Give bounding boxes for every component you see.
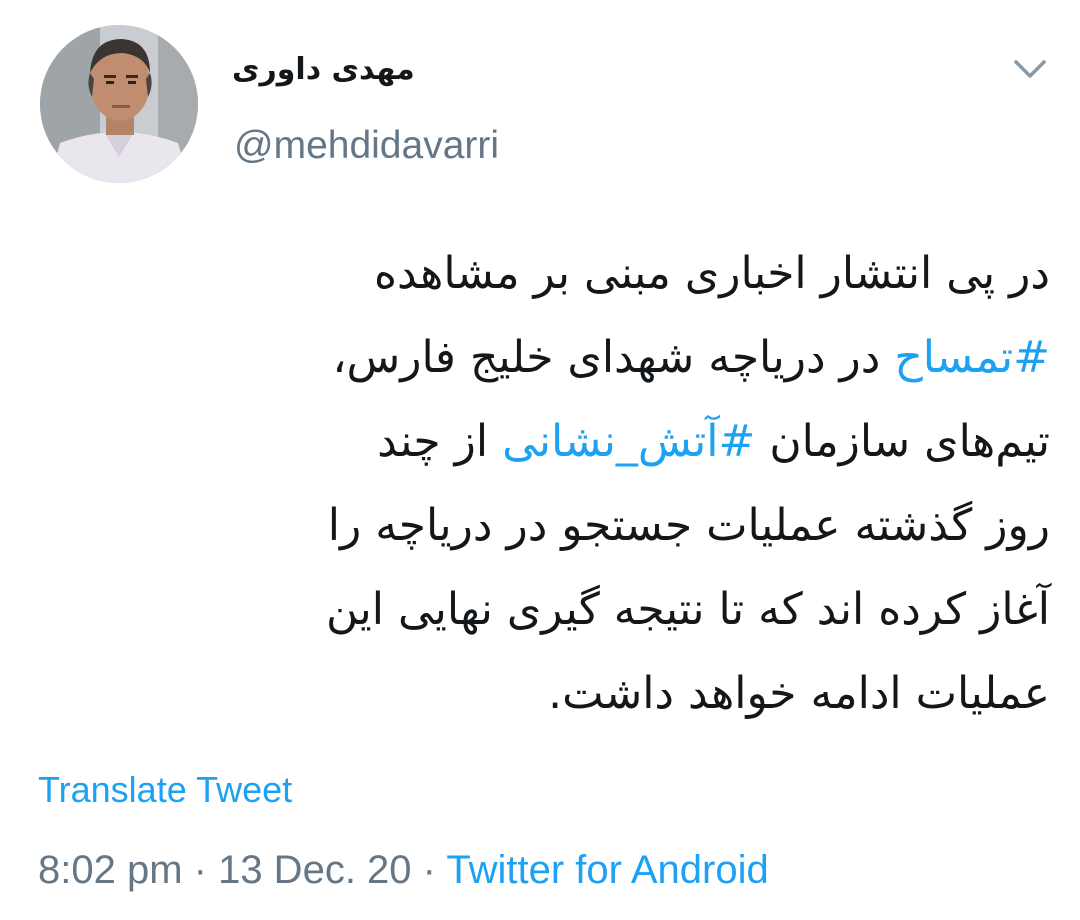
hashtag-link[interactable]: #تمساح bbox=[894, 332, 1050, 383]
tweet-text-segment: آغاز کرده اند که تا نتیجه گیری نهایی این bbox=[326, 584, 1050, 635]
tweet-text-line: تیم‌های سازمان #آتش_نشانی از چند bbox=[90, 400, 1050, 484]
tweet-metadata: 8:02 pm · 13 Dec. 20 · Twitter for Andro… bbox=[38, 844, 769, 896]
meta-separator: · bbox=[182, 848, 219, 892]
tweet-text-segment: در پی انتشار اخباری مبنی بر مشاهده bbox=[373, 248, 1050, 299]
tweet-text-line: آغاز کرده اند که تا نتیجه گیری نهایی این bbox=[90, 568, 1050, 652]
hashtag-link[interactable]: #آتش_نشانی bbox=[502, 416, 755, 467]
tweet-card: مهدی داوری @mehdidavarri در پی انتشار اخ… bbox=[0, 0, 1080, 920]
tweet-text-segment: روز گذشته عملیات جستجو در دریاچه را bbox=[327, 500, 1050, 551]
author-handle[interactable]: @mehdidavarri bbox=[234, 122, 499, 170]
tweet-text-segment: در دریاچه شهدای خلیج فارس، bbox=[332, 332, 895, 383]
meta-separator: · bbox=[411, 848, 447, 892]
tweet-text-line: #تمساح در دریاچه شهدای خلیج فارس، bbox=[90, 316, 1050, 400]
chevron-down-icon[interactable] bbox=[1010, 52, 1050, 88]
tweet-time[interactable]: 8:02 pm bbox=[38, 848, 183, 892]
tweet-source-link[interactable]: Twitter for Android bbox=[446, 848, 768, 892]
profile-photo-icon bbox=[40, 25, 198, 183]
tweet-text: در پی انتشار اخباری مبنی بر مشاهده #تمساح… bbox=[90, 232, 1050, 736]
tweet-text-segment: تیم‌های سازمان bbox=[755, 416, 1050, 467]
author-display-name[interactable]: مهدی داوری bbox=[232, 48, 452, 92]
avatar[interactable] bbox=[40, 25, 198, 183]
tweet-text-line: روز گذشته عملیات جستجو در دریاچه را bbox=[90, 484, 1050, 568]
tweet-text-segment: از چند bbox=[377, 416, 503, 467]
tweet-text-segment: عملیات ادامه خواهد داشت. bbox=[548, 668, 1050, 719]
tweet-date[interactable]: 13 Dec. 20 bbox=[218, 848, 411, 892]
tweet-text-line: در پی انتشار اخباری مبنی بر مشاهده bbox=[90, 232, 1050, 316]
translate-tweet-link[interactable]: Translate Tweet bbox=[38, 766, 292, 814]
tweet-text-line: عملیات ادامه خواهد داشت. bbox=[90, 652, 1050, 736]
